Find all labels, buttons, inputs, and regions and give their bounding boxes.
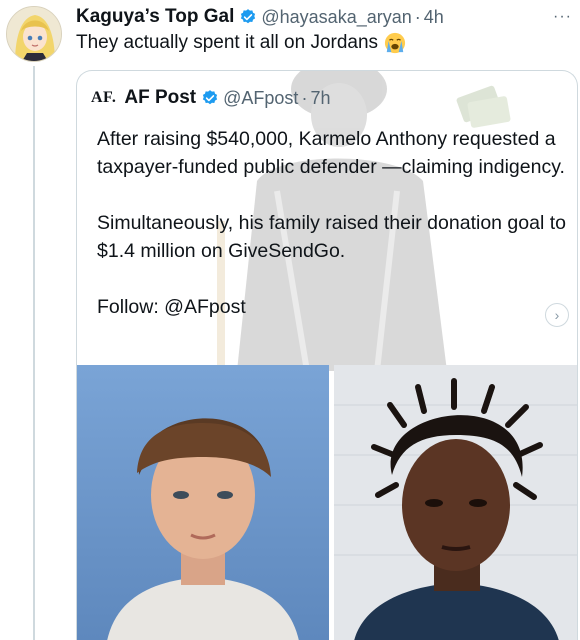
author-avatar[interactable] [6,6,62,62]
photo-right[interactable] [334,365,577,640]
author-name[interactable]: Kaguya’s Top Gal [76,6,234,28]
more-options-icon[interactable]: ··· [553,8,572,26]
tweet-text-content: They actually spent it all on Jordans [76,32,379,53]
verified-badge-icon [241,9,256,24]
quoted-tweet-header: AF. AF Post @AFpost · 7h [91,87,330,109]
tweet-header: Kaguya’s Top Gal @hayasaka_aryan · 4h [76,4,570,30]
quoted-author-name[interactable]: AF Post [124,87,196,109]
loudly-crying-face-icon [384,32,406,54]
author-handle[interactable]: @hayasaka_aryan [261,7,411,28]
thread-line [33,66,35,640]
quoted-paragraph-2: Simultaneously, his family raised their … [97,212,566,262]
media-gallery [77,365,577,640]
portrait-young-man-brown-hair-image [77,365,329,640]
separator-dot: · [301,87,308,108]
anime-avatar-image [7,7,61,61]
tweet-text: They actually spent it all on Jordans [76,32,406,54]
quoted-tweet-card[interactable]: AF. AF Post @AFpost · 7h After raising $… [76,70,578,640]
verified-badge-icon [203,90,218,105]
carousel-next-button[interactable]: › [545,303,569,327]
portrait-young-man-mugshot-image [334,365,577,640]
af-post-logo: AF. [91,89,117,106]
quoted-tweet-body: After raising $540,000, Karmelo Anthony … [97,125,567,321]
separator-dot: · [414,6,421,27]
quoted-paragraph-3: Follow: @AFpost [97,296,246,318]
quoted-tweet-timestamp[interactable]: 7h [310,88,330,109]
photo-left[interactable] [77,365,329,640]
quoted-paragraph-1: After raising $540,000, Karmelo Anthony … [97,128,565,178]
tweet-timestamp[interactable]: 4h [424,7,444,28]
quoted-author-handle[interactable]: @AFpost [223,88,298,109]
